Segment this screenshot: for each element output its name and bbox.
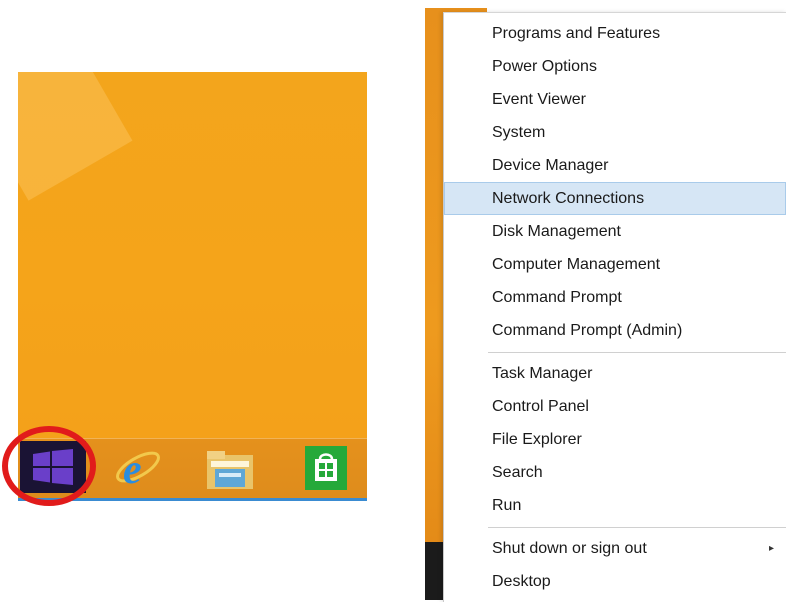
menu-item-label: Search [492,464,543,481]
menu-separator [488,352,786,353]
menu-item-shut-down-or-sign-out[interactable]: Shut down or sign out ▸ [444,532,786,565]
menu-item-system[interactable]: System [444,116,786,149]
menu-item-computer-management[interactable]: Computer Management [444,248,786,281]
menu-item-label: Programs and Features [492,25,661,42]
menu-item-label: Run [492,497,522,514]
menu-item-event-viewer[interactable]: Event Viewer [444,83,786,116]
menu-item-programs-and-features[interactable]: Programs and Features [444,17,786,50]
internet-explorer-icon[interactable]: e [113,443,163,496]
menu-item-label: Control Panel [492,398,589,415]
menu-item-command-prompt[interactable]: Command Prompt [444,281,786,314]
menu-item-command-prompt-admin[interactable]: Command Prompt (Admin) [444,314,786,347]
menu-item-label: System [492,124,546,141]
menu-item-label: Command Prompt [492,289,622,306]
menu-item-run[interactable]: Run [444,489,786,522]
power-user-menu: Programs and Features Power Options Even… [443,12,786,602]
menu-separator [488,527,786,528]
svg-text:e: e [123,447,142,491]
store-icon[interactable] [305,446,347,490]
menu-item-label: Power Options [492,58,597,75]
menu-item-disk-management[interactable]: Disk Management [444,215,786,248]
menu-item-power-options[interactable]: Power Options [444,50,786,83]
menu-item-label: Task Manager [492,365,593,382]
menu-item-label: Computer Management [492,256,661,273]
submenu-arrow-icon: ▸ [768,543,774,554]
menu-item-device-manager[interactable]: Device Manager [444,149,786,182]
menu-item-label: Network Connections [492,190,645,207]
desktop-background [18,72,367,438]
menu-item-label: Event Viewer [492,91,586,108]
menu-item-file-explorer[interactable]: File Explorer [444,423,786,456]
file-explorer-icon[interactable] [205,447,255,496]
menu-item-label: Device Manager [492,157,609,174]
menu-item-label: Disk Management [492,223,621,240]
menu-item-label: File Explorer [492,431,582,448]
menu-item-task-manager[interactable]: Task Manager [444,357,786,390]
menu-item-search[interactable]: Search [444,456,786,489]
menu-item-label: Desktop [492,573,551,590]
menu-item-desktop[interactable]: Desktop [444,565,786,598]
highlight-circle [2,426,96,506]
menu-item-label: Command Prompt (Admin) [492,322,683,339]
menu-item-network-connections[interactable]: Network Connections [444,182,786,215]
menu-item-label: Shut down or sign out [492,540,647,557]
menu-item-control-panel[interactable]: Control Panel [444,390,786,423]
